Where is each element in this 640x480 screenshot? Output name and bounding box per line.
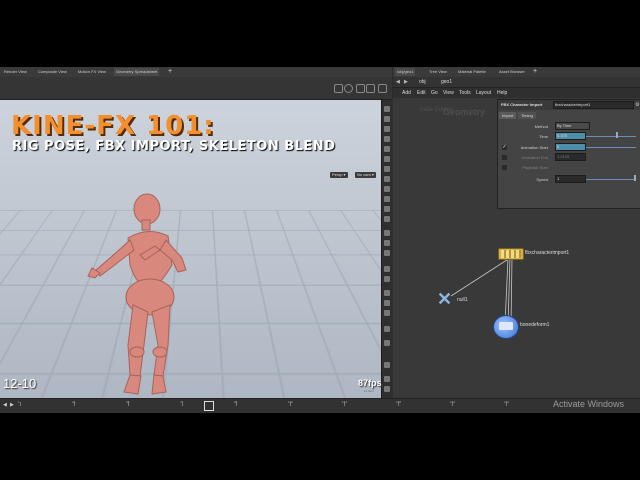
shelf-tool-icon[interactable] (384, 276, 390, 282)
timeline-tick-label: 48 (126, 400, 130, 404)
current-frame-marker[interactable] (204, 401, 214, 411)
frame-time-readout: 11.4ms (364, 389, 374, 393)
tab-geometry-spreadsheet[interactable]: Geometry Spreadsheet (114, 68, 160, 76)
fbx-character-import-node[interactable] (498, 248, 524, 260)
display-tool-shelf (381, 100, 393, 398)
play-backward-icon[interactable]: ◀ (3, 402, 7, 408)
shelf-tool-icon[interactable] (384, 326, 390, 332)
display-options-icon[interactable] (356, 84, 365, 93)
video-title: KINE-FX 101: (11, 111, 215, 141)
layout-icon[interactable] (366, 84, 375, 93)
shelf-tool-icon[interactable] (384, 106, 390, 112)
null-node-icon[interactable]: ✕ (437, 290, 452, 308)
timeline-tick-label: 216 (504, 400, 510, 404)
frame-number: 12-10 (3, 376, 37, 391)
null-node-label: null1 (457, 297, 468, 303)
timeline-tick-label: 24 (72, 400, 76, 404)
fbx-node-label: fbxcharacterimport1 (525, 250, 570, 256)
shelf-tool-icon[interactable] (384, 340, 390, 346)
timeline-tick-label: 1 (18, 400, 20, 404)
camera-dropdown[interactable]: No cam ▾ (355, 172, 376, 178)
timeline-tick-label: 96 (234, 400, 238, 404)
fps-readout: 87fps (358, 378, 382, 388)
tab-motion-fx-view[interactable]: Motion FX View (76, 68, 108, 76)
timeline-tick-label: 72 (180, 400, 184, 404)
shelf-tool-icon[interactable] (384, 376, 390, 382)
shelf-tool-icon[interactable] (384, 386, 390, 392)
tab-render-view[interactable]: Render View (2, 68, 29, 76)
shelf-tool-icon[interactable] (384, 116, 390, 122)
close-pane-icon[interactable] (378, 84, 387, 93)
shelf-tool-icon[interactable] (384, 300, 390, 306)
shelf-tool-icon[interactable] (384, 126, 390, 132)
info-icon[interactable] (344, 84, 353, 93)
shelf-tool-icon[interactable] (384, 196, 390, 202)
node-wires (450, 257, 513, 326)
shelf-tool-icon[interactable] (384, 240, 390, 246)
bonedeform-node-label: bonedeform1 (520, 322, 550, 328)
timeline-bar[interactable]: ◀ ▶ 1 24 48 72 96 120 144 168 192 216 (0, 398, 640, 413)
shelf-tool-icon[interactable] (384, 266, 390, 272)
shelf-tool-icon[interactable] (384, 310, 390, 316)
add-tab-button[interactable]: + (168, 67, 172, 77)
shelf-tool-icon[interactable] (384, 362, 390, 368)
fbx-node-icon (501, 250, 521, 258)
timeline-tick-label: 192 (450, 400, 456, 404)
shelf-tool-icon[interactable] (384, 146, 390, 152)
timeline-tick-label: 120 (288, 400, 294, 404)
persp-dropdown[interactable]: Persp ▾ (330, 172, 348, 178)
activate-windows-watermark: Activate Windows (553, 399, 625, 409)
shelf-tool-icon[interactable] (384, 156, 390, 162)
shelf-tool-icon[interactable] (384, 250, 390, 256)
timeline-tick-label: 168 (396, 400, 402, 404)
pin-icon[interactable] (334, 84, 343, 93)
bonedeform-node-icon (499, 322, 513, 330)
tab-composite-view[interactable]: Composite View (36, 68, 69, 76)
video-subtitle: RIG POSE, FBX IMPORT, SKELETON BLEND (12, 139, 336, 154)
shelf-tool-icon[interactable] (384, 176, 390, 182)
shelf-tool-icon[interactable] (384, 206, 390, 212)
timeline-tick-label: 144 (342, 400, 348, 404)
bonedeform-node[interactable] (493, 315, 519, 339)
shelf-tool-icon[interactable] (384, 290, 390, 296)
shelf-tool-icon[interactable] (384, 186, 390, 192)
play-forward-icon[interactable]: ▶ (10, 402, 14, 408)
shelf-tool-icon[interactable] (384, 230, 390, 236)
shelf-tool-icon[interactable] (384, 166, 390, 172)
shelf-tool-icon[interactable] (384, 136, 390, 142)
network-pane: /obj/geo1 Tree View Material Palette Ass… (393, 67, 640, 398)
viewport-toolbar (0, 77, 392, 100)
shelf-tool-icon[interactable] (384, 216, 390, 222)
